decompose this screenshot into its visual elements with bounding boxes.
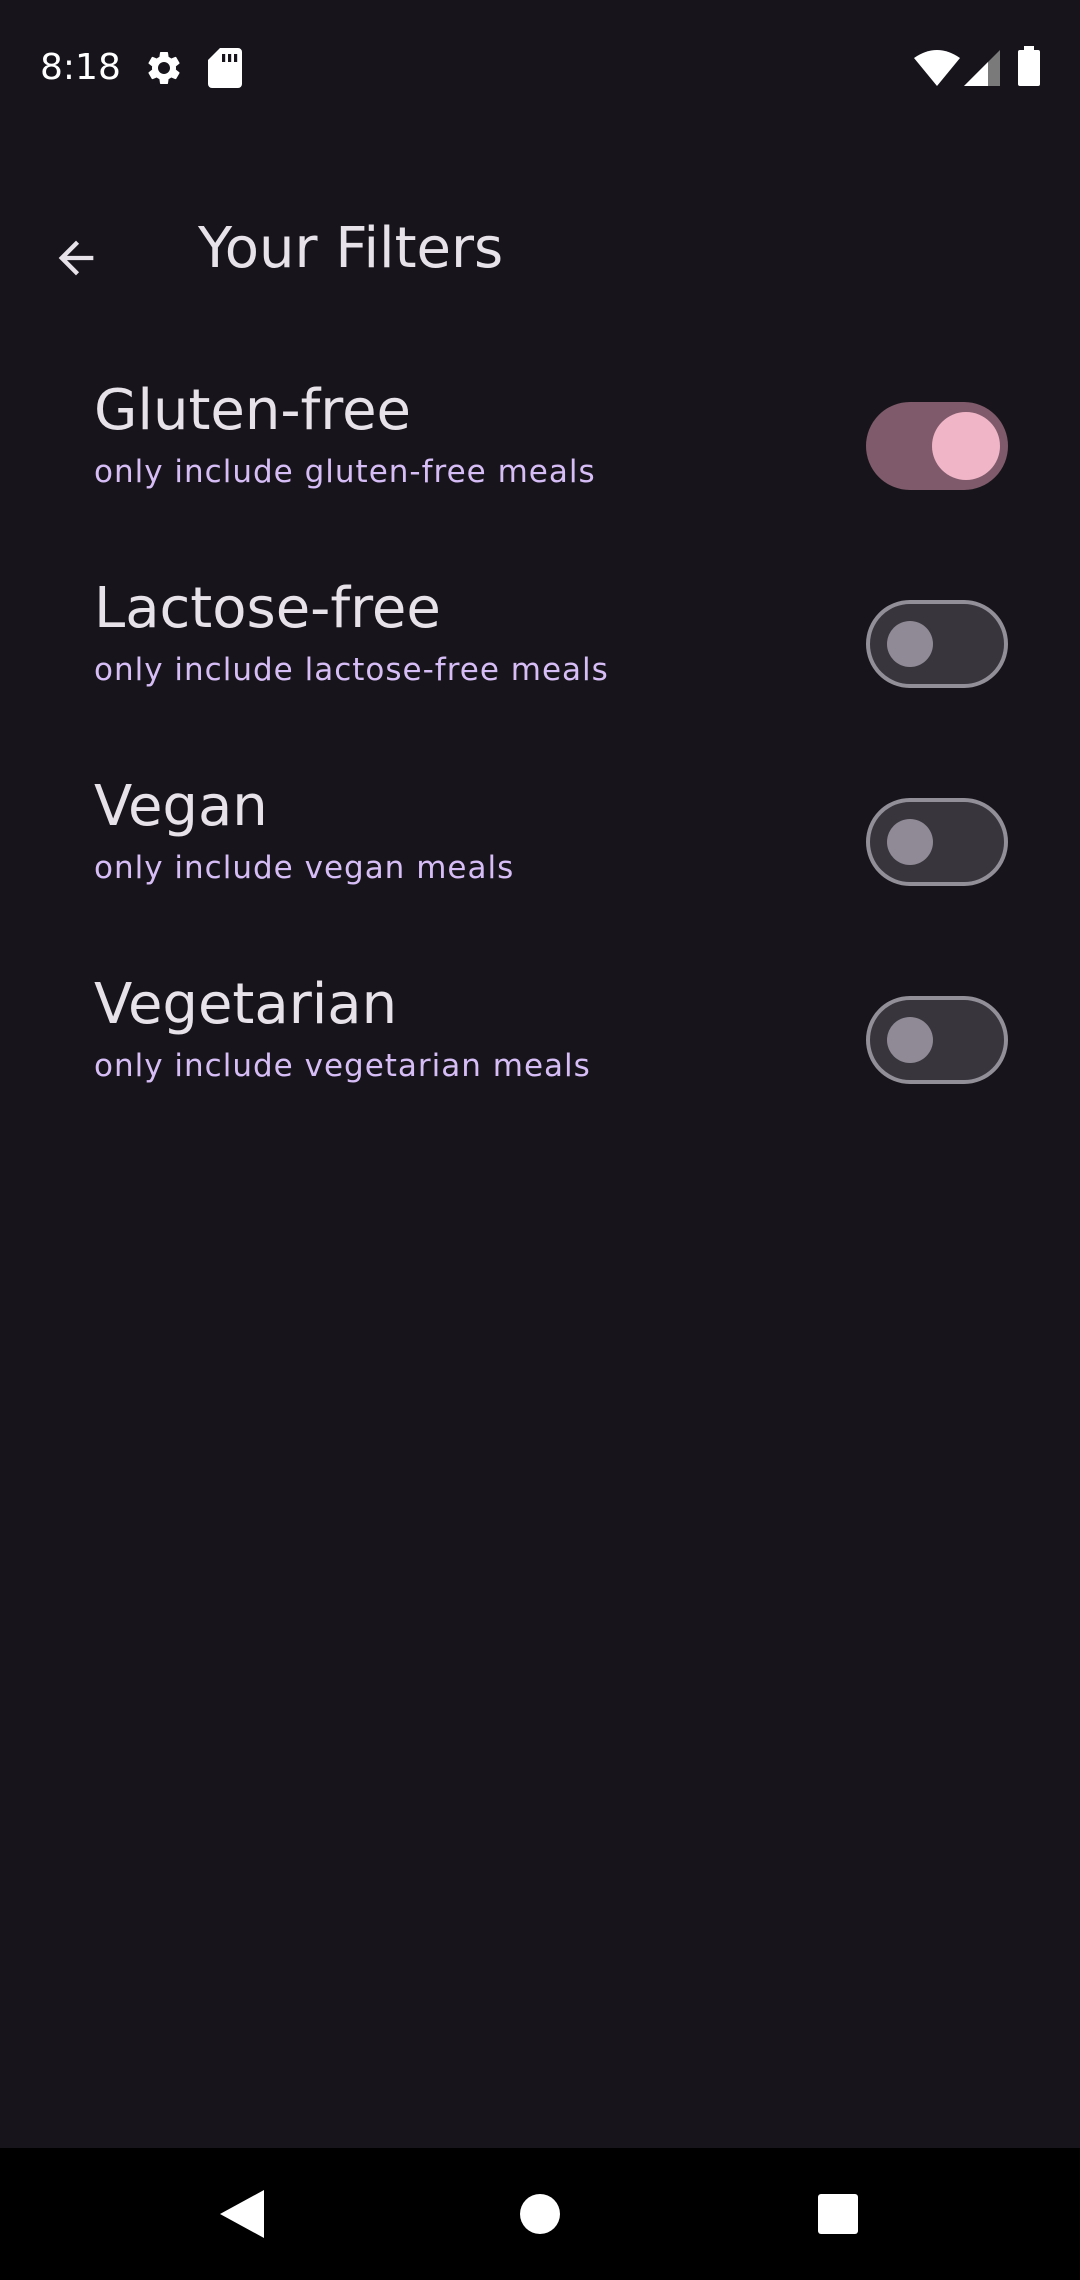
switch-thumb — [887, 621, 933, 667]
filter-title: Vegetarian — [94, 972, 398, 1037]
gluten-free-switch[interactable] — [866, 402, 1008, 490]
app-bar: Your Filters — [0, 190, 1080, 310]
gear-icon — [148, 51, 180, 84]
arrow-back-icon — [58, 240, 94, 276]
filter-subtitle: only include gluten-free meals — [94, 454, 596, 490]
filter-item-lactose-free[interactable]: Lactose-free only include lactose-free m… — [0, 544, 1080, 742]
back-button[interactable] — [28, 210, 124, 306]
filter-subtitle: only include lactose-free meals — [94, 652, 609, 688]
filter-subtitle: only include vegan meals — [94, 850, 515, 886]
switch-thumb — [887, 819, 933, 865]
system-nav-bar — [0, 2148, 1080, 2280]
signal-icon — [964, 50, 1000, 86]
wifi-icon — [914, 50, 960, 86]
status-time: 8:18 — [40, 47, 121, 88]
battery-icon — [1018, 46, 1040, 86]
switch-thumb — [932, 412, 1000, 480]
filter-title: Lactose-free — [94, 576, 441, 641]
filter-item-vegan[interactable]: Vegan only include vegan meals — [0, 742, 1080, 940]
filter-item-gluten-free[interactable]: Gluten-free only include gluten-free mea… — [0, 346, 1080, 544]
lactose-free-switch[interactable] — [866, 600, 1008, 688]
filter-item-vegetarian[interactable]: Vegetarian only include vegetarian meals — [0, 940, 1080, 1138]
switch-thumb — [887, 1017, 933, 1063]
nav-back-button[interactable] — [196, 2168, 288, 2260]
home-circle-icon — [520, 2194, 560, 2234]
vegan-switch[interactable] — [866, 798, 1008, 886]
recents-square-icon — [818, 2194, 858, 2234]
nav-home-button[interactable] — [494, 2168, 586, 2260]
filter-title: Vegan — [94, 774, 268, 839]
status-bar: 8:18 — [0, 0, 1080, 136]
back-triangle-icon — [220, 2190, 264, 2238]
filters-screen: 8:18 Your Filters Gluten-free only inclu… — [0, 0, 1080, 2280]
filter-title: Gluten-free — [94, 378, 411, 443]
vegetarian-switch[interactable] — [866, 996, 1008, 1084]
page-title: Your Filters — [198, 216, 504, 281]
nav-recents-button[interactable] — [792, 2168, 884, 2260]
sd-card-icon — [208, 48, 242, 88]
filter-subtitle: only include vegetarian meals — [94, 1048, 591, 1084]
